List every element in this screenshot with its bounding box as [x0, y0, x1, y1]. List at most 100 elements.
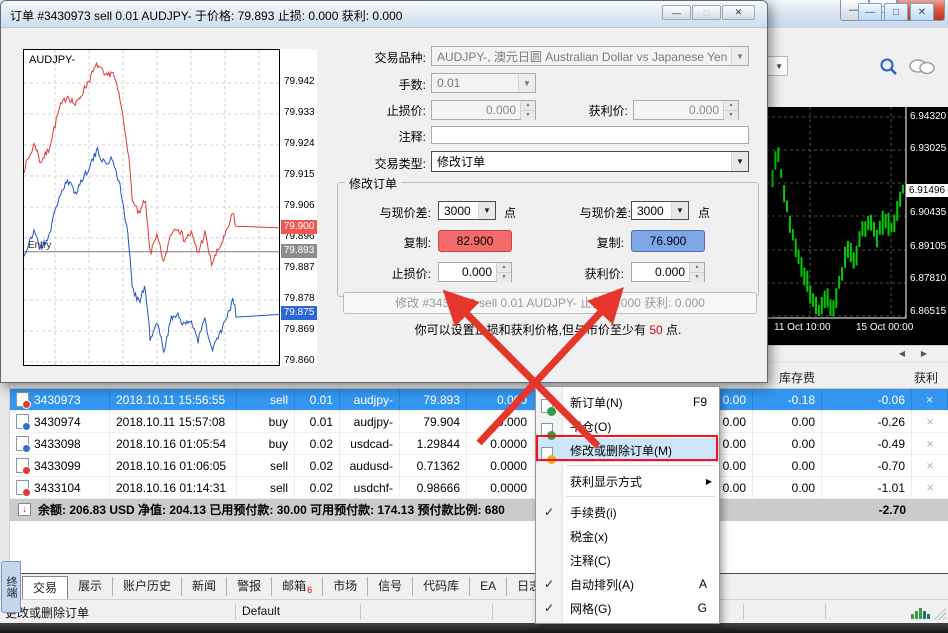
menu-item[interactable]: ✓ 获利显示方式 ▶: [536, 469, 719, 493]
total-profit: -2.70: [879, 499, 906, 521]
chart-close-button[interactable]: ✕: [910, 3, 934, 21]
order-stoploss: 0.000: [467, 389, 540, 410]
dialog-maximize-button[interactable]: □: [692, 5, 721, 20]
close-icon: ✕: [918, 7, 926, 18]
close-order-icon[interactable]: ×: [912, 433, 948, 454]
close-order-icon[interactable]: ×: [912, 455, 948, 476]
copy-stoploss-button[interactable]: 82.900: [438, 230, 512, 252]
toolbox-tab[interactable]: 代码库: [412, 577, 469, 596]
menu-gutter: ✓: [536, 529, 562, 543]
header-swap[interactable]: 库存费: [757, 369, 837, 386]
spin-up-icon[interactable]: ▲: [690, 263, 704, 272]
copy-sl-price: 82.900: [457, 234, 494, 248]
sl-offset-select[interactable]: 3000 ▼: [438, 201, 496, 220]
balance-row: ↓ 余额: 206.83 USD 净值: 204.13 已用预付款: 30.00…: [10, 499, 948, 521]
comment-input[interactable]: [431, 126, 749, 144]
table-row[interactable]: 3433104 2018.10.16 01:14:31 sell 0.02 us…: [10, 477, 948, 499]
symbol-select[interactable]: AUDJPY-, 澳元日圆 Australian Dollar vs Japan…: [431, 46, 749, 66]
toolbox-tab[interactable]: 新闻: [181, 577, 226, 596]
dialog-close-button[interactable]: ✕: [722, 5, 755, 20]
toolbox-tab[interactable]: 市场: [322, 577, 367, 596]
chart-restore-button[interactable]: □: [884, 3, 908, 21]
menu-item[interactable]: ✓ ▶: [536, 462, 719, 469]
menu-item[interactable]: ✓ 网格(G) G ▶: [536, 596, 719, 620]
table-row[interactable]: 3433099 2018.10.16 01:06:05 sell 0.02 au…: [10, 455, 948, 477]
spin-down-icon[interactable]: ▼: [497, 272, 511, 282]
order-lots: 0.02: [295, 433, 340, 454]
dialog-minimize-button[interactable]: —: [662, 5, 691, 20]
menu-item[interactable]: ✓ 注释(C) ▶: [536, 548, 719, 572]
volume-select[interactable]: 0.01 ▼: [431, 73, 536, 93]
toolbox-tab[interactable]: 信号: [367, 577, 412, 596]
comment-label: 注释:: [346, 128, 426, 145]
chart-symbol-label: AUDJPY-: [29, 54, 75, 66]
toolbox-tab[interactable]: EA: [469, 577, 506, 596]
dialog-titlebar[interactable]: 订单 #3430973 sell 0.01 AUDJPY- 于价格: 79.89…: [1, 1, 767, 28]
tab-label: 交易: [33, 581, 57, 595]
status-divider: [235, 604, 236, 619]
takeprofit-input[interactable]: 0.000 ▲▼: [633, 100, 739, 120]
modify-stoploss-input[interactable]: 0.000 ▲▼: [438, 262, 512, 282]
sl-offset-value: 3000: [439, 204, 478, 218]
close-order-icon[interactable]: ×: [912, 477, 948, 498]
menu-item-label: 网格(G): [562, 600, 698, 617]
order-doc-icon: [16, 414, 29, 429]
table-row[interactable]: 3430973 2018.10.11 15:56:55 sell 0.01 au…: [10, 389, 948, 411]
trade-type-select[interactable]: 修改订单 ▼: [431, 151, 749, 172]
check-icon: ✓: [544, 505, 554, 519]
tab-badge: 6: [307, 585, 312, 595]
toolbox-tab[interactable]: 交易: [22, 576, 68, 600]
scroll-right-icon[interactable]: ▶: [916, 348, 932, 360]
tab-label: EA: [480, 579, 496, 593]
restore-icon: □: [893, 7, 899, 18]
maximize-icon: □: [704, 8, 709, 18]
toolbox-tab[interactable]: 展示: [68, 577, 112, 596]
table-row[interactable]: 3433098 2018.10.16 01:05:54 buy 0.02 usd…: [10, 433, 948, 455]
spin-up-icon[interactable]: ▲: [497, 263, 511, 272]
close-order-icon[interactable]: ×: [912, 411, 948, 432]
resize-grip[interactable]: [932, 606, 946, 620]
menu-item[interactable]: ✓ 手续费(i) ▶: [536, 500, 719, 524]
balance-summary: 余额: 206.83 USD 净值: 204.13 已用预付款: 30.00 可…: [38, 499, 505, 521]
symbol-value: AUDJPY-, 澳元日圆 Australian Dollar vs Japan…: [432, 48, 731, 65]
modify-order-button[interactable]: 修改 #3430973 sell 0.01 AUDJPY- 止损: 0.000 …: [343, 292, 757, 314]
spin-down-icon[interactable]: ▼: [724, 110, 738, 120]
spin-up-icon[interactable]: ▲: [521, 101, 535, 110]
order-price: 79.893: [400, 389, 467, 410]
chart-minimize-button[interactable]: —: [858, 3, 882, 21]
header-profit[interactable]: 获利: [848, 369, 938, 386]
menu-item[interactable]: ✓ 自动排列(A) A ▶: [536, 572, 719, 596]
status-profile[interactable]: Default: [242, 604, 280, 618]
chart-horizontal-scrollbar[interactable]: ◀ ▶: [766, 345, 948, 362]
copy-takeprofit-button[interactable]: 76.900: [631, 230, 705, 252]
scroll-left-icon[interactable]: ◀: [894, 348, 910, 360]
menu-item[interactable]: ✓ 新订单(N) F9 ▶: [536, 390, 719, 414]
menu-item[interactable]: ✓ 税金(x) ▶: [536, 524, 719, 548]
order-profit: -0.26: [822, 411, 912, 432]
toolbox-tab[interactable]: 警报: [226, 577, 271, 596]
chat-icon[interactable]: [906, 57, 938, 77]
takeprofit-value: 0.000: [634, 101, 723, 119]
menu-item[interactable]: ✓ ▶: [536, 493, 719, 500]
check-icon: ✓: [544, 601, 554, 615]
spin-down-icon[interactable]: ▼: [521, 110, 535, 120]
terminal-vertical-tab[interactable]: 终端: [1, 561, 21, 613]
order-number: 3433098: [34, 433, 81, 454]
modify-takeprofit-input[interactable]: 0.000 ▲▼: [631, 262, 705, 282]
toolbox-tab[interactable]: 账户历史: [112, 577, 181, 596]
close-order-icon[interactable]: ×: [912, 389, 948, 410]
sl-points-label: 点: [504, 204, 524, 221]
order-dialog: 订单 #3430973 sell 0.01 AUDJPY- 于价格: 79.89…: [0, 0, 768, 383]
order-type: buy: [237, 433, 295, 454]
volume-value: 0.01: [432, 76, 518, 90]
spin-down-icon[interactable]: ▼: [690, 272, 704, 282]
tab-label: 代码库: [423, 579, 459, 593]
stoploss-input[interactable]: 0.000 ▲▼: [431, 100, 536, 120]
search-icon[interactable]: [878, 57, 900, 77]
order-time: 2018.10.11 15:57:08: [110, 411, 237, 432]
spin-up-icon[interactable]: ▲: [724, 101, 738, 110]
table-row[interactable]: 3430974 2018.10.11 15:57:08 buy 0.01 aud…: [10, 411, 948, 433]
tp-offset-select[interactable]: 3000 ▼: [631, 201, 689, 220]
toolbox-tab[interactable]: 邮箱6: [271, 577, 322, 596]
tp-offset-value: 3000: [632, 204, 671, 218]
